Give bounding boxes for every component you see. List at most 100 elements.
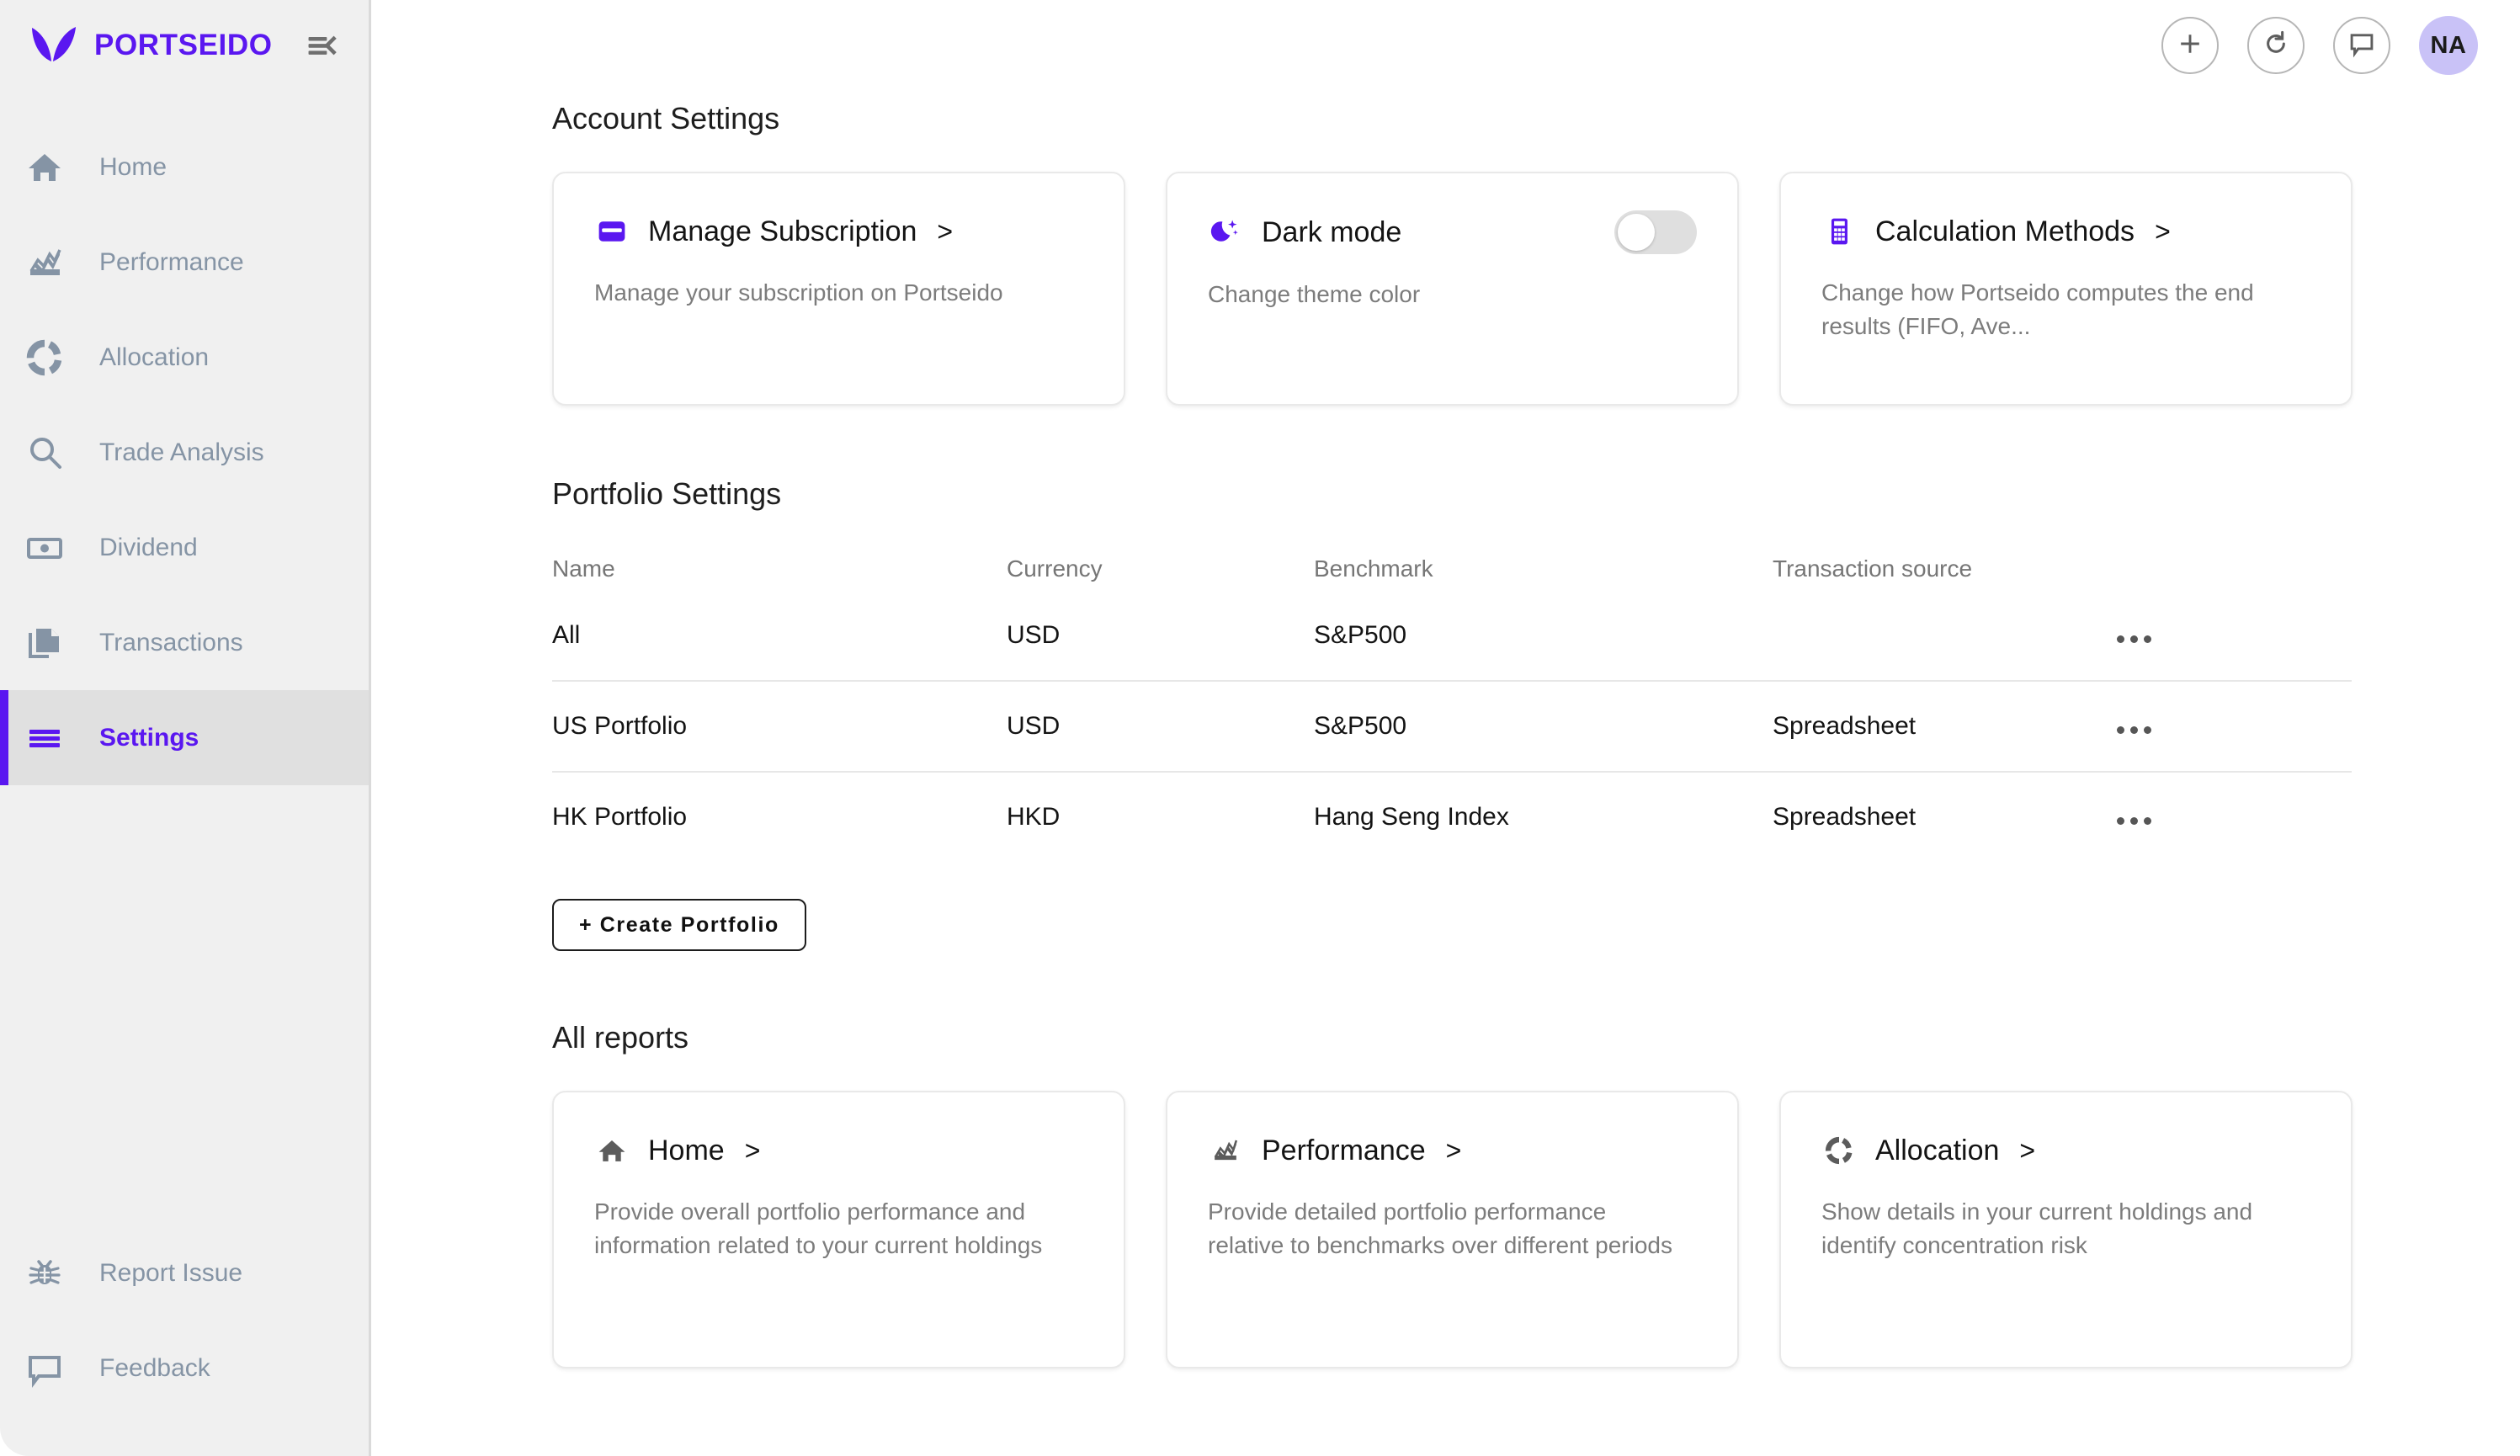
toggle-knob (1618, 214, 1655, 251)
portfolio-table: Name Currency Benchmark Transaction sour… (552, 555, 2352, 862)
sidebar-item-home[interactable]: Home (0, 120, 369, 215)
card-header: Calculation Methods > (1821, 210, 2310, 252)
sidebar-item-label: Settings (99, 723, 199, 752)
sidebar-item-performance[interactable]: Performance (0, 215, 369, 310)
sidebar-item-trade-analysis[interactable]: Trade Analysis (0, 405, 369, 500)
moon-stars-icon (1208, 215, 1243, 250)
sidebar-item-label: Trade Analysis (99, 438, 264, 466)
banknote-icon (25, 529, 64, 567)
sidebar-nav: Home Performance Allocation Trade Analys… (0, 120, 369, 785)
card-description: Show details in your current holdings an… (1821, 1198, 2253, 1259)
home-icon (594, 1133, 630, 1168)
report-card-home[interactable]: Home > Provide overall portfolio perform… (552, 1091, 1125, 1368)
all-reports-title: All reports (552, 1020, 689, 1055)
table-body: All USD S&P500 US Portfolio USD S&P500 S… (552, 621, 2352, 862)
cell-benchmark: S&P500 (1314, 621, 1407, 649)
card-description: Change how Portseido computes the end re… (1821, 279, 2254, 340)
cell-name: All (552, 621, 581, 649)
chevron-right-icon: > (2019, 1135, 2036, 1166)
cell-currency: USD (1007, 621, 1061, 649)
report-card-allocation[interactable]: Allocation > Show details in your curren… (1779, 1091, 2353, 1368)
card-header: Allocation > (1821, 1129, 2310, 1172)
column-header-currency: Currency (1007, 555, 1103, 582)
table-row[interactable]: HK Portfolio HKD Hang Seng Index Spreads… (552, 771, 2352, 862)
sidebar: PORTSEIDO Home Performance Allocation Tr… (0, 0, 371, 1456)
calculator-icon (1821, 214, 1857, 249)
sidebar-item-label: Home (99, 152, 167, 181)
page-title: Account Settings (552, 101, 780, 136)
account-settings-cards: Manage Subscription > Manage your subscr… (552, 172, 2520, 406)
app-root: PORTSEIDO Home Performance Allocation Tr… (0, 0, 2520, 1456)
portfolio-settings-title: Portfolio Settings (552, 476, 782, 511)
manage-subscription-card[interactable]: Manage Subscription > Manage your subscr… (552, 172, 1125, 406)
dark-mode-toggle[interactable] (1614, 210, 1697, 254)
card-title: Calculation Methods (1875, 215, 2135, 247)
report-cards: Home > Provide overall portfolio perform… (552, 1091, 2520, 1368)
cell-name: HK Portfolio (552, 771, 1007, 862)
dark-mode-card[interactable]: Dark mode Change theme color (1166, 172, 1739, 406)
settings-page: Account Settings Manage Subscription > M… (371, 0, 2520, 1368)
chevron-right-icon: > (1445, 1135, 1462, 1166)
column-header-actions (2113, 555, 2352, 621)
card-description: Change theme color (1208, 281, 1421, 307)
card-description: Manage your subscription on Portseido (594, 279, 1003, 306)
cell-source: Spreadsheet (1773, 680, 2113, 772)
donut-chart-icon (1821, 1133, 1857, 1168)
more-options-icon[interactable] (2113, 630, 2155, 648)
table-header: Name Currency Benchmark Transaction sour… (552, 555, 2352, 621)
sidebar-collapse-icon[interactable] (303, 27, 340, 64)
card-title: Allocation (1875, 1134, 2000, 1166)
cell-source: Spreadsheet (1773, 771, 2113, 862)
card-title: Manage Subscription (648, 215, 917, 247)
card-header: Dark mode (1208, 210, 1697, 254)
card-title: Home (648, 1134, 725, 1166)
hamburger-icon (25, 719, 64, 757)
card-title: Performance (1262, 1134, 1426, 1166)
sidebar-bottom-nav: Report Issue Feedback (0, 1225, 369, 1456)
chevron-right-icon: > (937, 215, 954, 247)
report-card-performance[interactable]: Performance > Provide detailed portfolio… (1166, 1091, 1739, 1368)
credit-card-icon (594, 214, 630, 249)
sidebar-item-transactions[interactable]: Transactions (0, 595, 369, 690)
leaf-logo-icon (30, 24, 77, 66)
card-title: Dark mode (1262, 215, 1402, 248)
cell-source (1773, 621, 2113, 681)
card-header: Home > (594, 1129, 1083, 1172)
portfolio-settings-section: Portfolio Settings Name Currency Benchma… (552, 476, 2520, 951)
column-header-transaction-source: Transaction source (1773, 555, 1973, 582)
table-row[interactable]: US Portfolio USD S&P500 Spreadsheet (552, 680, 2352, 772)
sidebar-item-label: Allocation (99, 343, 210, 371)
sidebar-item-report-issue[interactable]: Report Issue (0, 1225, 369, 1320)
more-options-icon[interactable] (2113, 721, 2155, 739)
column-header-name: Name (552, 555, 615, 582)
sidebar-item-label: Performance (99, 247, 244, 276)
calculation-methods-card[interactable]: Calculation Methods > Change how Portsei… (1779, 172, 2353, 406)
all-reports-section: All reports Home > Provide overall portf… (552, 1020, 2520, 1368)
bug-icon (25, 1254, 64, 1293)
sidebar-item-label: Feedback (99, 1353, 210, 1382)
documents-icon (25, 624, 64, 662)
sidebar-item-feedback[interactable]: Feedback (0, 1320, 369, 1416)
card-description: Provide detailed portfolio performance r… (1208, 1198, 1672, 1259)
card-header: Manage Subscription > (594, 210, 1083, 252)
sidebar-item-dividend[interactable]: Dividend (0, 500, 369, 595)
cell-benchmark: Hang Seng Index (1314, 771, 1773, 862)
create-portfolio-button[interactable]: + Create Portfolio (552, 899, 806, 951)
cell-currency: USD (1007, 680, 1314, 772)
chat-bubble-icon (25, 1349, 64, 1388)
more-options-icon[interactable] (2113, 812, 2155, 830)
column-header-benchmark: Benchmark (1314, 555, 1433, 582)
cell-currency: HKD (1007, 771, 1314, 862)
card-header: Performance > (1208, 1129, 1697, 1172)
cell-name: US Portfolio (552, 680, 1007, 772)
sidebar-item-settings[interactable]: Settings (0, 690, 369, 785)
sidebar-item-label: Dividend (99, 533, 198, 561)
card-description: Provide overall portfolio performance an… (594, 1198, 1043, 1259)
brand-row: PORTSEIDO (0, 0, 369, 91)
main-content: NA Account Settings Manage Subscription (371, 0, 2520, 1456)
table-row[interactable]: All USD S&P500 (552, 621, 2352, 681)
donut-chart-icon (25, 338, 64, 377)
magnifier-icon (25, 433, 64, 472)
sidebar-item-allocation[interactable]: Allocation (0, 310, 369, 405)
chevron-right-icon: > (2155, 215, 2171, 247)
